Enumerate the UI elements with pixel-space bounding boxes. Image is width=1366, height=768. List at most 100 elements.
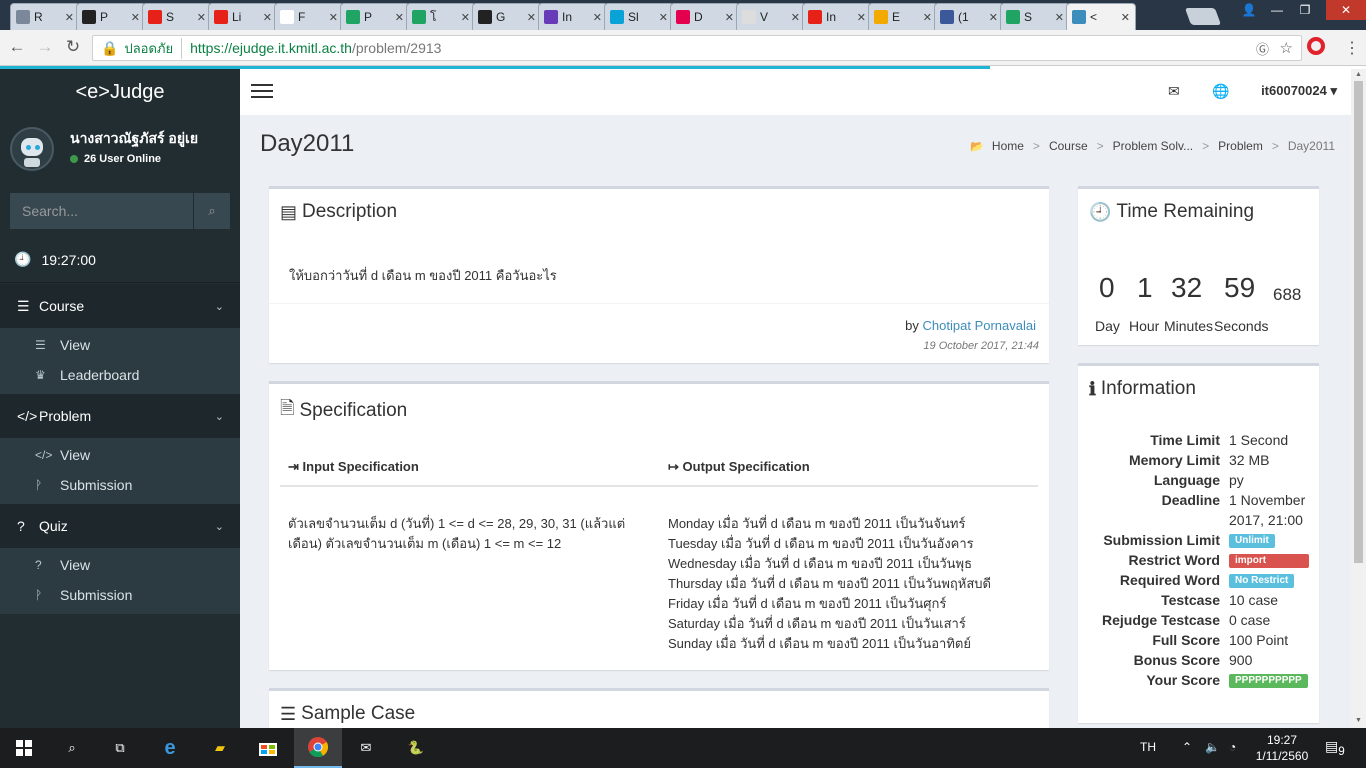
tab-close-icon[interactable]: ✕: [659, 11, 668, 24]
windows-start-icon[interactable]: [0, 728, 48, 768]
search-icon[interactable]: ⌕: [48, 728, 96, 768]
breadcrumb-item[interactable]: Home: [992, 139, 1024, 153]
tab-close-icon[interactable]: ✕: [857, 11, 866, 24]
browser-tab[interactable]: S ✕: [1000, 3, 1070, 30]
lock-icon: 🔒: [101, 39, 119, 56]
brand-logo[interactable]: <e>Judge: [0, 69, 240, 115]
sidebar-item-problem-submission[interactable]: ᚹ Submission: [0, 470, 240, 500]
sidebar-toggle-icon[interactable]: [251, 84, 273, 99]
sidebar-item-problem-view[interactable]: </> View: [0, 440, 240, 470]
new-tab-button[interactable]: [1184, 8, 1222, 25]
globe-icon[interactable]: 🌐: [1212, 83, 1229, 100]
tab-close-icon[interactable]: ✕: [791, 11, 800, 24]
tab-close-icon[interactable]: ✕: [593, 11, 602, 24]
tab-close-icon[interactable]: ✕: [263, 11, 272, 24]
output-spec-line: Monday เมื่อ วันที่ d เดือน m ของปี 2011…: [668, 516, 966, 531]
edge-icon[interactable]: e: [146, 728, 194, 768]
tab-close-icon[interactable]: ✕: [923, 11, 932, 24]
author-link[interactable]: Chotipat Pornavalai: [923, 318, 1036, 333]
sidebar-item-quiz-submission[interactable]: ᚹ Submission: [0, 580, 240, 610]
mail-icon[interactable]: ✉: [342, 728, 390, 768]
browser-tab[interactable]: (1 ✕: [934, 3, 1004, 30]
envelope-icon[interactable]: ✉: [1168, 83, 1180, 100]
tab-close-icon[interactable]: ✕: [197, 11, 206, 24]
browser-tab[interactable]: R ✕: [10, 3, 80, 30]
store-icon[interactable]: [244, 728, 292, 768]
browser-tab[interactable]: V ✕: [736, 3, 806, 30]
browser-tab[interactable]: E ✕: [868, 3, 938, 30]
sidebar-section-course[interactable]: ☰ Course ⌄: [0, 284, 240, 328]
user-icon[interactable]: 👤: [1236, 0, 1262, 20]
tab-close-icon[interactable]: ✕: [65, 11, 74, 24]
browser-tab[interactable]: G ✕: [472, 3, 542, 30]
browser-tab[interactable]: S ✕: [142, 3, 212, 30]
sidebar-item-label: View: [60, 557, 91, 573]
back-icon[interactable]: ←: [6, 37, 28, 57]
browser-tab[interactable]: P ✕: [76, 3, 146, 30]
tab-close-icon[interactable]: ✕: [1121, 11, 1130, 24]
output-spec-header: ↦ Output Specification: [668, 459, 810, 475]
breadcrumb-item[interactable]: Course: [1049, 139, 1088, 153]
sidebar-section-quiz[interactable]: ? Quiz ⌄: [0, 504, 240, 548]
tab-close-icon[interactable]: ✕: [527, 11, 536, 24]
forward-icon[interactable]: →: [34, 37, 56, 57]
timer-hour: 1: [1137, 272, 1153, 303]
tab-favicon-icon: [874, 10, 888, 24]
opera-extension-icon[interactable]: [1307, 37, 1325, 55]
timer-day-label: Day: [1095, 318, 1120, 334]
breadcrumb-item[interactable]: Problem: [1218, 139, 1263, 153]
browser-tab[interactable]: In ✕: [538, 3, 608, 30]
chrome-icon[interactable]: [294, 728, 342, 768]
tray-chevron-icon[interactable]: ⌃: [1182, 740, 1192, 754]
reload-icon[interactable]: ↻: [62, 37, 84, 57]
browser-tab[interactable]: F ✕: [274, 3, 344, 30]
browser-tab[interactable]: In ✕: [802, 3, 872, 30]
breadcrumb-item: Day2011: [1287, 139, 1335, 153]
sidebar-section-problem[interactable]: </> Problem ⌄: [0, 394, 240, 438]
wifi-icon[interactable]: ◔: [1229, 740, 1236, 754]
sidebar-item-course-leaderboard[interactable]: ♛ Leaderboard: [0, 360, 240, 390]
close-window-button[interactable]: ✕: [1326, 0, 1366, 20]
tab-close-icon[interactable]: ✕: [131, 11, 140, 24]
breadcrumb-item[interactable]: Problem Solv...: [1113, 139, 1193, 153]
sidebar-item-quiz-view[interactable]: ? View: [0, 550, 240, 580]
browser-tab[interactable]: โ ✕: [406, 3, 476, 30]
tab-close-icon[interactable]: ✕: [329, 11, 338, 24]
file-explorer-icon[interactable]: ▰: [196, 728, 244, 768]
tab-close-icon[interactable]: ✕: [989, 11, 998, 24]
tab-favicon-icon: [346, 10, 360, 24]
browser-tab[interactable]: Li ✕: [208, 3, 278, 30]
translate-icon[interactable]: Ⓖ: [1256, 39, 1269, 58]
info-value: 900: [1229, 652, 1253, 668]
search-button[interactable]: ⌕: [193, 193, 230, 229]
bookmark-star-icon[interactable]: ☆: [1280, 39, 1293, 57]
browser-menu-icon[interactable]: ⋮: [1344, 38, 1360, 58]
scroll-down-icon[interactable]: ▼: [1355, 717, 1362, 724]
user-menu[interactable]: it60070024 ▾: [1261, 83, 1337, 99]
restore-button[interactable]: ❐: [1292, 0, 1318, 20]
info-key: Your Score: [1146, 672, 1220, 688]
browser-tab[interactable]: D ✕: [670, 3, 740, 30]
task-view-icon[interactable]: ⧉: [96, 728, 144, 768]
tab-close-icon[interactable]: ✕: [1055, 11, 1064, 24]
volume-icon[interactable]: 🔈: [1205, 740, 1220, 754]
search-input[interactable]: [10, 193, 193, 229]
url-field[interactable]: 🔒 ปลอดภัย https://ejudge.it.kmitl.ac.th /…: [92, 35, 1302, 61]
page-scrollbar[interactable]: ▲ ▼: [1351, 69, 1366, 728]
tab-close-icon[interactable]: ✕: [395, 11, 404, 24]
scroll-up-icon[interactable]: ▲: [1355, 71, 1362, 78]
minimize-button[interactable]: —: [1264, 0, 1290, 20]
tab-favicon-icon: [148, 10, 162, 24]
browser-tab[interactable]: P ✕: [340, 3, 410, 30]
sidebar-item-course-view[interactable]: ☰ View: [0, 330, 240, 360]
taskbar-clock[interactable]: 19:27 1/11/2560: [1252, 732, 1312, 764]
tab-close-icon[interactable]: ✕: [461, 11, 470, 24]
input-language[interactable]: TH: [1140, 740, 1156, 754]
browser-tab[interactable]: < ✕: [1066, 3, 1136, 30]
python-icon[interactable]: 🐍: [392, 728, 440, 768]
secure-label: ปลอดภัย: [124, 37, 183, 59]
scrollbar-thumb[interactable]: [1354, 81, 1363, 563]
tab-close-icon[interactable]: ✕: [725, 11, 734, 24]
browser-tab[interactable]: Sl ✕: [604, 3, 674, 30]
action-center-icon[interactable]: ▤9: [1325, 738, 1345, 758]
